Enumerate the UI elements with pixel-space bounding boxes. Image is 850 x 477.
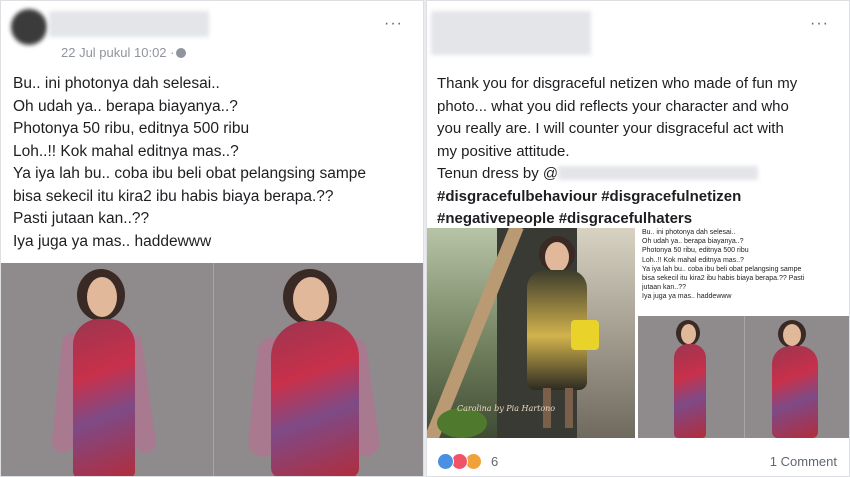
dress-photo[interactable]: Carolina by Pia Hartono bbox=[427, 228, 635, 438]
text-line: Ya iya lah bu.. coba ibu beli obat pelan… bbox=[13, 165, 367, 182]
handbag bbox=[571, 320, 599, 350]
photo-watermark: Carolina by Pia Hartono bbox=[457, 404, 556, 413]
author-header-redacted[interactable] bbox=[431, 11, 591, 55]
leg bbox=[565, 388, 573, 428]
more-options-icon[interactable]: ··· bbox=[384, 15, 403, 33]
text-line: Photonya 50 ribu, editnya 500 ribu bbox=[642, 247, 749, 255]
post-text: Bu.. ini photonya dah selesai.. Oh udah … bbox=[13, 73, 366, 253]
photo-divider bbox=[744, 316, 745, 438]
like-icon[interactable] bbox=[437, 453, 454, 470]
dress bbox=[73, 319, 135, 476]
post-text: Thank you for disgraceful netizen who ma… bbox=[437, 73, 797, 231]
text-line: Bu.. ini photonya dah selesai.. bbox=[13, 75, 220, 92]
text-line: Oh udah ya.. berapa biayanya..? bbox=[13, 97, 238, 115]
text-line: Bu.. ini photonya dah selesai.. bbox=[642, 229, 736, 236]
text-line: bisa sekecil itu kira2 ibu habis biaya b… bbox=[13, 187, 334, 205]
text-line: Ya iya lah bu.. coba ibu beli obat pelan… bbox=[642, 265, 802, 273]
text-line: Loh..!! Kok mahal editnya mas..? bbox=[642, 256, 744, 264]
text-line: Tenun dress by @ bbox=[437, 163, 797, 186]
text-line: Thank you for disgraceful netizen who ma… bbox=[437, 75, 798, 92]
text-line: Photonya 50 ribu, editnya 500 ribu bbox=[13, 120, 250, 137]
globe-icon bbox=[176, 48, 187, 58]
more-options-icon[interactable]: ··· bbox=[810, 15, 829, 33]
text-line: Loh..!! Kok mahal editnya mas..? bbox=[13, 142, 239, 160]
dress bbox=[271, 321, 359, 476]
face bbox=[545, 242, 569, 272]
comparison-photo[interactable] bbox=[1, 263, 423, 476]
text-line: bisa sekecil itu kira2 ibu habis biaya b… bbox=[642, 275, 805, 283]
post-footer: 6 1 Comment bbox=[427, 441, 849, 476]
mini-comparison-photo bbox=[638, 316, 849, 438]
face bbox=[87, 277, 117, 317]
text-line: my positive attitude. bbox=[437, 142, 570, 160]
dress bbox=[674, 344, 706, 438]
reaction-count[interactable]: 6 bbox=[491, 454, 498, 469]
dress bbox=[772, 346, 818, 438]
avatar[interactable] bbox=[11, 9, 47, 45]
comments-link[interactable]: 1 Comment bbox=[770, 454, 837, 469]
left-post: 22 Jul pukul 10:02 · ··· Bu.. ini photon… bbox=[0, 0, 424, 477]
author-name-redacted[interactable] bbox=[49, 11, 209, 37]
text-line: photo... what you did reflects your char… bbox=[437, 97, 789, 115]
text-line: you really are. I will counter your disg… bbox=[437, 120, 784, 137]
face bbox=[783, 324, 801, 346]
face bbox=[681, 324, 696, 344]
text-line: jutaan kan..?? bbox=[642, 284, 686, 292]
text-line: Iya juga ya mas.. haddewww bbox=[13, 232, 212, 250]
hashtag-line[interactable]: #disgracefulbehaviour #disgracefulnetize… bbox=[437, 186, 797, 209]
text-line: Iya juga ya mas.. haddewww bbox=[642, 293, 732, 301]
meme-text: Bu.. ini photonya dah selesai.. Oh udah … bbox=[642, 228, 804, 302]
text-line: Oh udah ya.. berapa biayanya..? bbox=[642, 238, 744, 246]
photo-divider bbox=[213, 263, 214, 476]
text-line: Pasti jutaan kan..?? bbox=[13, 210, 150, 227]
right-post: ··· Thank you for disgraceful netizen wh… bbox=[426, 0, 850, 477]
redacted-mention[interactable] bbox=[558, 166, 759, 180]
post-timestamp[interactable]: 22 Jul pukul 10:02 · bbox=[61, 45, 187, 60]
meme-screenshot[interactable]: Bu.. ini photonya dah selesai.. Oh udah … bbox=[638, 228, 849, 438]
face bbox=[293, 277, 329, 321]
